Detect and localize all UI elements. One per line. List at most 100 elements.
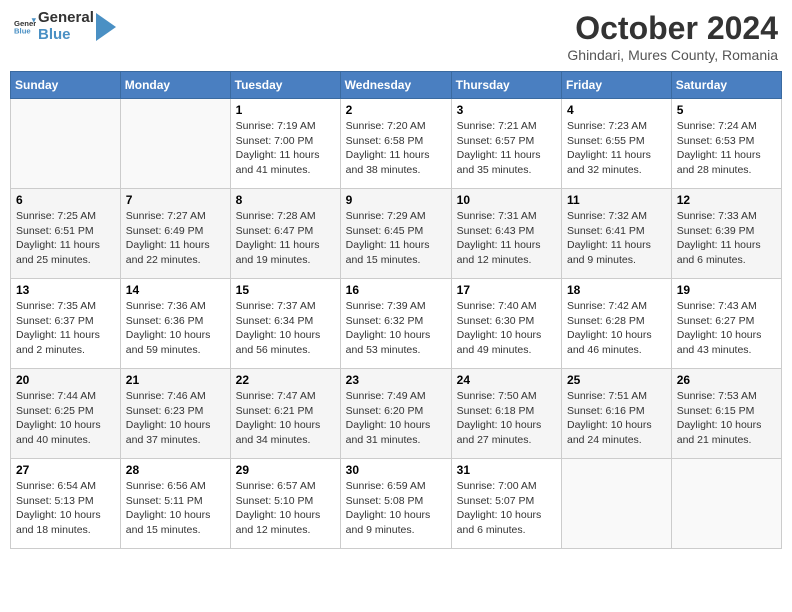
day-number: 7 <box>126 193 225 207</box>
calendar-cell: 2 Sunrise: 7:20 AM Sunset: 6:58 PM Dayli… <box>340 99 451 189</box>
calendar-cell: 26 Sunrise: 7:53 AM Sunset: 6:15 PM Dayl… <box>671 369 781 459</box>
day-info: Sunrise: 6:59 AM Sunset: 5:08 PM Dayligh… <box>346 480 431 536</box>
weekday-header-tuesday: Tuesday <box>230 72 340 99</box>
calendar-cell: 14 Sunrise: 7:36 AM Sunset: 6:36 PM Dayl… <box>120 279 230 369</box>
calendar-week-row: 6 Sunrise: 7:25 AM Sunset: 6:51 PM Dayli… <box>11 189 782 279</box>
day-info: Sunrise: 7:28 AM Sunset: 6:47 PM Dayligh… <box>236 210 320 266</box>
day-info: Sunrise: 7:47 AM Sunset: 6:21 PM Dayligh… <box>236 390 321 446</box>
day-info: Sunrise: 7:33 AM Sunset: 6:39 PM Dayligh… <box>677 210 761 266</box>
day-number: 17 <box>457 283 556 297</box>
calendar-cell: 28 Sunrise: 6:56 AM Sunset: 5:11 PM Dayl… <box>120 459 230 549</box>
day-info: Sunrise: 7:19 AM Sunset: 7:00 PM Dayligh… <box>236 120 320 176</box>
day-number: 9 <box>346 193 446 207</box>
day-number: 3 <box>457 103 556 117</box>
day-info: Sunrise: 7:23 AM Sunset: 6:55 PM Dayligh… <box>567 120 651 176</box>
day-number: 13 <box>16 283 115 297</box>
weekday-header-wednesday: Wednesday <box>340 72 451 99</box>
day-info: Sunrise: 7:32 AM Sunset: 6:41 PM Dayligh… <box>567 210 651 266</box>
calendar-cell: 27 Sunrise: 6:54 AM Sunset: 5:13 PM Dayl… <box>11 459 121 549</box>
day-number: 15 <box>236 283 335 297</box>
day-number: 2 <box>346 103 446 117</box>
day-number: 26 <box>677 373 776 387</box>
calendar-cell: 18 Sunrise: 7:42 AM Sunset: 6:28 PM Dayl… <box>562 279 672 369</box>
day-info: Sunrise: 7:24 AM Sunset: 6:53 PM Dayligh… <box>677 120 761 176</box>
logo-chevron-icon <box>96 13 116 41</box>
day-number: 8 <box>236 193 335 207</box>
calendar-week-row: 20 Sunrise: 7:44 AM Sunset: 6:25 PM Dayl… <box>11 369 782 459</box>
logo-icon: General Blue <box>14 16 36 38</box>
calendar-table: SundayMondayTuesdayWednesdayThursdayFrid… <box>10 71 782 549</box>
weekday-header-monday: Monday <box>120 72 230 99</box>
day-info: Sunrise: 7:39 AM Sunset: 6:32 PM Dayligh… <box>346 300 431 356</box>
day-number: 19 <box>677 283 776 297</box>
day-number: 4 <box>567 103 666 117</box>
day-info: Sunrise: 7:29 AM Sunset: 6:45 PM Dayligh… <box>346 210 430 266</box>
month-year-title: October 2024 <box>567 10 778 47</box>
day-number: 1 <box>236 103 335 117</box>
calendar-cell: 5 Sunrise: 7:24 AM Sunset: 6:53 PM Dayli… <box>671 99 781 189</box>
day-info: Sunrise: 6:56 AM Sunset: 5:11 PM Dayligh… <box>126 480 211 536</box>
calendar-cell: 22 Sunrise: 7:47 AM Sunset: 6:21 PM Dayl… <box>230 369 340 459</box>
day-info: Sunrise: 6:54 AM Sunset: 5:13 PM Dayligh… <box>16 480 101 536</box>
day-number: 16 <box>346 283 446 297</box>
calendar-cell: 15 Sunrise: 7:37 AM Sunset: 6:34 PM Dayl… <box>230 279 340 369</box>
day-number: 11 <box>567 193 666 207</box>
calendar-cell <box>671 459 781 549</box>
calendar-cell: 21 Sunrise: 7:46 AM Sunset: 6:23 PM Dayl… <box>120 369 230 459</box>
calendar-cell <box>562 459 672 549</box>
calendar-week-row: 27 Sunrise: 6:54 AM Sunset: 5:13 PM Dayl… <box>11 459 782 549</box>
title-block: October 2024 Ghindari, Mures County, Rom… <box>567 10 778 63</box>
calendar-cell: 7 Sunrise: 7:27 AM Sunset: 6:49 PM Dayli… <box>120 189 230 279</box>
day-number: 24 <box>457 373 556 387</box>
day-number: 20 <box>16 373 115 387</box>
day-info: Sunrise: 7:27 AM Sunset: 6:49 PM Dayligh… <box>126 210 210 266</box>
day-number: 23 <box>346 373 446 387</box>
calendar-cell: 11 Sunrise: 7:32 AM Sunset: 6:41 PM Dayl… <box>562 189 672 279</box>
calendar-cell: 1 Sunrise: 7:19 AM Sunset: 7:00 PM Dayli… <box>230 99 340 189</box>
day-info: Sunrise: 7:42 AM Sunset: 6:28 PM Dayligh… <box>567 300 652 356</box>
day-info: Sunrise: 7:31 AM Sunset: 6:43 PM Dayligh… <box>457 210 541 266</box>
calendar-cell: 12 Sunrise: 7:33 AM Sunset: 6:39 PM Dayl… <box>671 189 781 279</box>
day-info: Sunrise: 7:40 AM Sunset: 6:30 PM Dayligh… <box>457 300 542 356</box>
calendar-cell: 16 Sunrise: 7:39 AM Sunset: 6:32 PM Dayl… <box>340 279 451 369</box>
calendar-cell: 24 Sunrise: 7:50 AM Sunset: 6:18 PM Dayl… <box>451 369 561 459</box>
calendar-cell: 25 Sunrise: 7:51 AM Sunset: 6:16 PM Dayl… <box>562 369 672 459</box>
calendar-week-row: 13 Sunrise: 7:35 AM Sunset: 6:37 PM Dayl… <box>11 279 782 369</box>
day-info: Sunrise: 7:46 AM Sunset: 6:23 PM Dayligh… <box>126 390 211 446</box>
logo-general-text: General <box>38 10 94 27</box>
calendar-cell <box>120 99 230 189</box>
calendar-cell <box>11 99 121 189</box>
day-info: Sunrise: 7:00 AM Sunset: 5:07 PM Dayligh… <box>457 480 542 536</box>
day-info: Sunrise: 7:51 AM Sunset: 6:16 PM Dayligh… <box>567 390 652 446</box>
logo: General Blue General Blue <box>14 10 116 43</box>
calendar-cell: 3 Sunrise: 7:21 AM Sunset: 6:57 PM Dayli… <box>451 99 561 189</box>
day-number: 10 <box>457 193 556 207</box>
day-info: Sunrise: 7:36 AM Sunset: 6:36 PM Dayligh… <box>126 300 211 356</box>
calendar-cell: 23 Sunrise: 7:49 AM Sunset: 6:20 PM Dayl… <box>340 369 451 459</box>
day-info: Sunrise: 7:25 AM Sunset: 6:51 PM Dayligh… <box>16 210 100 266</box>
day-number: 22 <box>236 373 335 387</box>
day-number: 14 <box>126 283 225 297</box>
page-header: General Blue General Blue October 2024 G… <box>10 10 782 63</box>
day-info: Sunrise: 7:53 AM Sunset: 6:15 PM Dayligh… <box>677 390 762 446</box>
day-number: 21 <box>126 373 225 387</box>
day-number: 31 <box>457 463 556 477</box>
weekday-header-thursday: Thursday <box>451 72 561 99</box>
day-info: Sunrise: 6:57 AM Sunset: 5:10 PM Dayligh… <box>236 480 321 536</box>
day-number: 28 <box>126 463 225 477</box>
calendar-cell: 19 Sunrise: 7:43 AM Sunset: 6:27 PM Dayl… <box>671 279 781 369</box>
location-subtitle: Ghindari, Mures County, Romania <box>567 47 778 63</box>
weekday-header-sunday: Sunday <box>11 72 121 99</box>
day-info: Sunrise: 7:43 AM Sunset: 6:27 PM Dayligh… <box>677 300 762 356</box>
day-number: 29 <box>236 463 335 477</box>
calendar-cell: 8 Sunrise: 7:28 AM Sunset: 6:47 PM Dayli… <box>230 189 340 279</box>
calendar-cell: 10 Sunrise: 7:31 AM Sunset: 6:43 PM Dayl… <box>451 189 561 279</box>
calendar-cell: 20 Sunrise: 7:44 AM Sunset: 6:25 PM Dayl… <box>11 369 121 459</box>
day-number: 30 <box>346 463 446 477</box>
calendar-cell: 30 Sunrise: 6:59 AM Sunset: 5:08 PM Dayl… <box>340 459 451 549</box>
day-info: Sunrise: 7:20 AM Sunset: 6:58 PM Dayligh… <box>346 120 430 176</box>
day-info: Sunrise: 7:49 AM Sunset: 6:20 PM Dayligh… <box>346 390 431 446</box>
calendar-week-row: 1 Sunrise: 7:19 AM Sunset: 7:00 PM Dayli… <box>11 99 782 189</box>
day-info: Sunrise: 7:44 AM Sunset: 6:25 PM Dayligh… <box>16 390 101 446</box>
weekday-header-friday: Friday <box>562 72 672 99</box>
